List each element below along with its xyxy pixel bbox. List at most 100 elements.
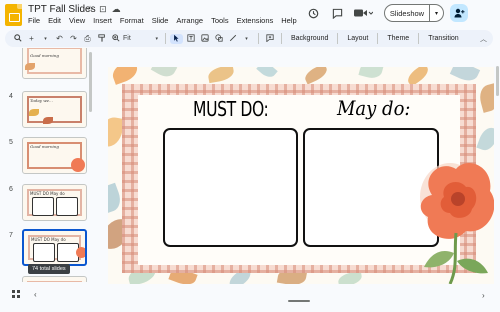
menu-format[interactable]: Format [120, 16, 144, 25]
add-person-icon [454, 8, 464, 18]
decor-leaf [302, 67, 330, 85]
slide-canvas[interactable]: MUST DO: May do: [108, 67, 494, 284]
menu-extensions[interactable]: Extensions [237, 16, 274, 25]
move-to-folder-icon[interactable]: ⊡ [99, 4, 107, 15]
thumb-leaf [43, 117, 53, 124]
must-do-box[interactable] [163, 128, 298, 247]
search-menus-icon[interactable] [11, 33, 24, 44]
thumb-title: MUST DO May do [30, 191, 65, 196]
filmstrip-scrollbar[interactable] [89, 52, 92, 112]
slideshow-dropdown-icon[interactable]: ▾ [430, 4, 444, 22]
slide-number: 5 [9, 139, 13, 146]
thumb-flower [71, 158, 85, 172]
zoom-icon[interactable] [109, 33, 122, 44]
decor-leaf [109, 67, 141, 85]
thumb-box [56, 197, 78, 216]
slide-number: 7 [9, 232, 13, 239]
version-history-icon[interactable] [306, 4, 320, 22]
thumb-title: Today we... [30, 98, 53, 103]
slide-thumbnail[interactable]: Good morning [22, 137, 87, 174]
decor-leaf [449, 67, 481, 85]
slide-thumbnail[interactable]: Good morning [22, 48, 87, 79]
slides-logo-icon[interactable] [5, 4, 22, 26]
thumb-title: Good morning [30, 144, 59, 149]
grid-view-icon[interactable] [12, 290, 20, 300]
star-icon[interactable]: ☆ [86, 4, 94, 15]
add-comment-icon[interactable] [263, 33, 276, 44]
menu-edit[interactable]: Edit [48, 16, 61, 25]
must-do-heading[interactable]: MUST DO: [193, 97, 269, 121]
menu-bar: File Edit View Insert Format Slide Arran… [28, 16, 297, 25]
transition-button[interactable]: Transition [423, 35, 463, 42]
slideshow-button[interactable]: Slideshow [384, 4, 430, 22]
comments-icon[interactable] [330, 4, 344, 22]
collapse-toolbar-icon[interactable]: ︿ [480, 34, 487, 44]
menu-help[interactable]: Help [281, 16, 296, 25]
toolbar-divider [258, 33, 259, 44]
meet-call-icon[interactable] [352, 4, 374, 22]
slide-thumbnail[interactable]: Today we... [22, 91, 87, 128]
layout-button[interactable]: Layout [342, 35, 373, 42]
slide-thumbnail[interactable] [22, 276, 87, 282]
thumb-flower [76, 247, 85, 258]
toolbar-divider [418, 33, 420, 44]
flower-illustration [420, 163, 494, 284]
toolbar-divider [377, 33, 379, 44]
decor-leaf [206, 67, 236, 84]
total-slides-tooltip: 74 total slides [28, 264, 70, 274]
share-button[interactable] [450, 4, 468, 22]
slideshow-control: Slideshow ▾ [384, 4, 444, 22]
menu-insert[interactable]: Insert [93, 16, 112, 25]
chevron-left-icon[interactable]: ‹ [34, 290, 37, 300]
menu-view[interactable]: View [69, 16, 85, 25]
thumb-title: MUST DO May do [31, 237, 66, 242]
toolbar-divider [165, 33, 166, 44]
slide-filmstrip: Good morning 4 Today we... 5 Good mornin… [0, 48, 92, 282]
menu-file[interactable]: File [28, 16, 40, 25]
slide-number: 6 [9, 186, 13, 193]
thumb-border [27, 281, 82, 282]
line-tool-icon[interactable] [226, 34, 239, 44]
menu-arrange[interactable]: Arrange [176, 16, 203, 25]
decor-leaf [358, 67, 384, 81]
decor-leaf [476, 83, 494, 113]
decor-leaf [150, 67, 178, 81]
title-actions: ☆ ⊡ ☁ [86, 4, 121, 15]
cloud-status-icon[interactable]: ☁ [112, 4, 121, 15]
menu-tools[interactable]: Tools [211, 16, 229, 25]
menu-slide[interactable]: Slide [152, 16, 169, 25]
redo-icon[interactable]: ↷ [67, 34, 80, 43]
text-box-tool-icon[interactable] [184, 33, 197, 44]
may-do-heading[interactable]: May do: [337, 96, 410, 120]
slide-thumbnail[interactable]: MUST DO May do [22, 184, 87, 221]
undo-icon[interactable]: ↶ [53, 34, 66, 43]
select-tool-icon[interactable] [170, 33, 183, 44]
decor-leaf [476, 124, 494, 154]
thumb-box [32, 197, 54, 216]
line-dropdown-icon[interactable]: ▾ [240, 36, 253, 42]
thumb-box [33, 243, 55, 262]
chevron-right-icon[interactable]: › [482, 291, 485, 300]
paint-format-icon[interactable] [95, 33, 108, 44]
thumb-leaf [25, 63, 35, 70]
toolbar-divider [337, 33, 339, 44]
thumb-border [27, 48, 82, 74]
canvas-scrollbar[interactable] [496, 66, 499, 96]
print-icon[interactable]: ⎙ [81, 34, 94, 44]
bottom-left-controls: ‹ [12, 290, 37, 300]
chevron-down-icon: ▾ [155, 35, 158, 42]
new-slide-icon[interactable]: + [25, 34, 38, 43]
decor-leaf [256, 67, 278, 81]
speaker-notes-drag-handle[interactable] [288, 300, 310, 302]
background-button[interactable]: Background [286, 35, 333, 42]
slide-thumbnail-selected[interactable]: MUST DO May do [22, 229, 87, 266]
theme-button[interactable]: Theme [382, 35, 414, 42]
toolbar-divider [281, 33, 282, 44]
shape-tool-icon[interactable] [212, 33, 225, 44]
zoom-value: Fit [123, 35, 131, 42]
zoom-select[interactable]: Fit ▾ [123, 35, 161, 42]
thumb-title: Good morning [30, 53, 59, 58]
new-slide-dropdown-icon[interactable]: ▾ [39, 36, 52, 42]
insert-image-icon[interactable] [198, 33, 211, 44]
slide-number: 4 [9, 93, 13, 100]
